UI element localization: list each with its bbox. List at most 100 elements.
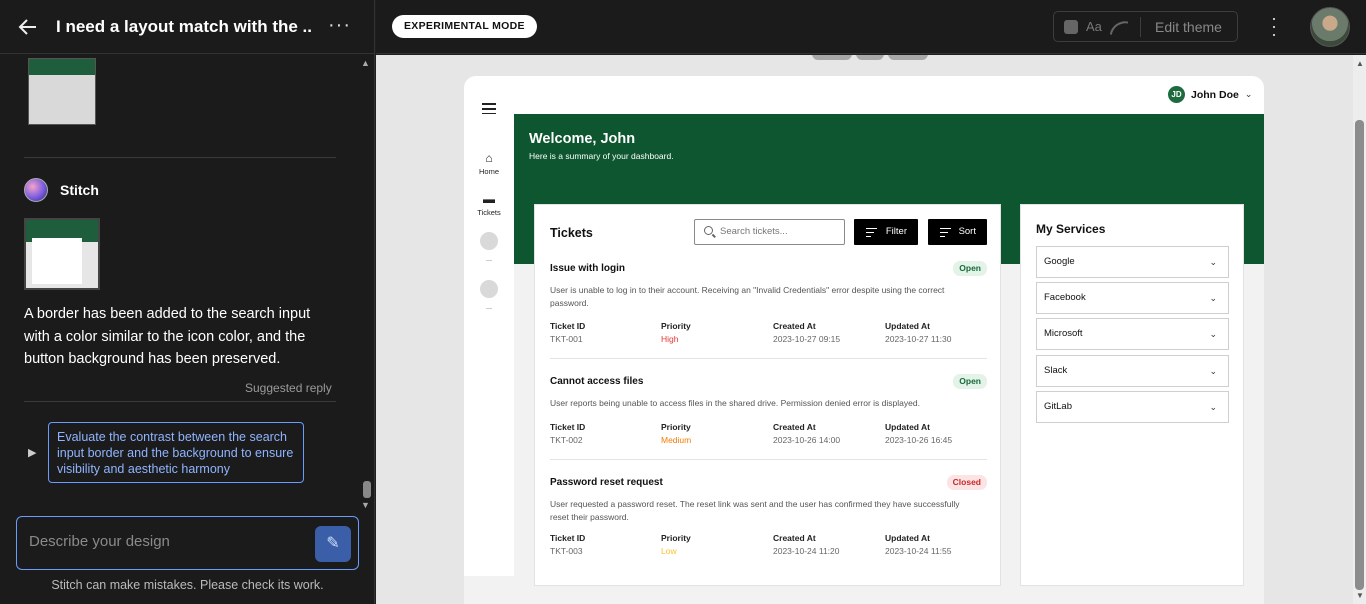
back-arrow-icon[interactable] xyxy=(18,17,38,37)
ticket-priority: Medium xyxy=(661,434,692,445)
preview-frame: JD John Doe ⌄ ⌂ Home ▬ Tickets Welcome, … xyxy=(464,76,1264,604)
edit-theme-button[interactable]: Edit theme xyxy=(1155,19,1222,35)
ticket-title: Password reset request xyxy=(550,477,663,488)
filter-label: Filter xyxy=(885,226,907,237)
frame-tab[interactable] xyxy=(812,55,852,60)
home-icon: ⌂ xyxy=(485,151,493,165)
service-dropdown[interactable]: Google ⌄ xyxy=(1036,246,1229,278)
tickets-card: Tickets Filter Sort Issue with login Ope… xyxy=(534,204,1001,586)
user-name: John Doe xyxy=(1191,88,1239,101)
prompt-input[interactable] xyxy=(29,533,309,550)
scroll-up-icon[interactable]: ▲ xyxy=(361,58,370,68)
service-name: GitLab xyxy=(1044,401,1072,412)
column-label: Priority xyxy=(661,533,691,543)
status-badge: Open xyxy=(953,374,987,389)
column-label: Ticket ID xyxy=(550,321,586,331)
frame-tab[interactable] xyxy=(856,55,884,60)
scrollbar-thumb[interactable] xyxy=(1355,120,1364,590)
disclaimer: Stitch can make mistakes. Please check i… xyxy=(51,578,324,592)
divider xyxy=(550,459,987,460)
ticket-description: User is unable to log in to their accoun… xyxy=(550,285,945,308)
expand-caret-icon[interactable]: ▶ xyxy=(28,446,36,459)
scroll-down-icon[interactable]: ▼ xyxy=(361,500,370,510)
suggested-reply-chip[interactable]: Evaluate the contrast between the search… xyxy=(48,422,304,483)
more-options-icon[interactable]: ··· xyxy=(328,14,351,37)
service-dropdown[interactable]: Slack ⌄ xyxy=(1036,355,1229,387)
ticket-title: Issue with login xyxy=(550,263,626,274)
kebab-menu-icon[interactable]: · · · xyxy=(1269,9,1279,43)
font-icon[interactable]: Aa xyxy=(1086,19,1102,34)
column-label: Created At xyxy=(773,533,816,543)
assistant-name: Stitch xyxy=(60,182,99,198)
status-badge: Open xyxy=(953,261,987,276)
service-dropdown[interactable]: Microsoft ⌄ xyxy=(1036,318,1229,350)
column-label: Created At xyxy=(773,421,816,432)
frame-tab[interactable] xyxy=(888,55,928,60)
frame-tabs xyxy=(812,55,928,60)
user-initials-avatar: JD xyxy=(1168,86,1185,103)
column-label: Created At xyxy=(773,321,816,331)
corner-radius-icon[interactable] xyxy=(1109,18,1129,38)
service-name: Microsoft xyxy=(1044,328,1083,339)
top-bar: EXPERIMENTAL MODE Aa Edit theme · · · xyxy=(376,0,1366,54)
service-name: Facebook xyxy=(1044,292,1086,303)
ticket-created: 2023-10-27 09:15 xyxy=(773,334,841,344)
ticket-meta: Ticket ID TKT-001 Priority High Created At… xyxy=(550,321,987,344)
divider xyxy=(24,401,336,402)
chevron-down-icon: ⌄ xyxy=(1209,366,1217,376)
ticket-item[interactable]: Cannot access files Open User reports be… xyxy=(550,374,987,445)
ticket-title: Cannot access files xyxy=(550,376,644,387)
placeholder-icon xyxy=(480,280,498,298)
design-thumbnail[interactable] xyxy=(24,218,100,290)
experimental-mode-badge[interactable]: EXPERIMENTAL MODE xyxy=(392,15,537,38)
design-thumbnail[interactable] xyxy=(28,58,96,125)
theme-controls: Aa Edit theme xyxy=(1053,11,1238,42)
generate-wand-icon[interactable]: ✎ xyxy=(315,526,351,562)
preview-sidebar: ⌂ Home ▬ Tickets xyxy=(464,114,514,576)
scroll-down-icon[interactable]: ▼ xyxy=(1356,591,1364,600)
ticket-priority: High xyxy=(661,334,679,344)
chevron-down-icon: ⌄ xyxy=(1209,329,1217,339)
ticket-id: TKT-003 xyxy=(550,546,583,556)
search-icon xyxy=(704,226,713,235)
sort-button[interactable]: Sort xyxy=(928,219,987,245)
service-name: Slack xyxy=(1044,365,1068,376)
ticket-meta: Ticket ID TKT-003 Priority Low Created At 2… xyxy=(550,533,987,556)
preview-header: JD John Doe ⌄ xyxy=(464,76,1264,114)
suggested-reply-label: Suggested reply xyxy=(245,381,332,395)
user-menu[interactable]: JD John Doe ⌄ xyxy=(1168,86,1252,103)
color-swatch-icon[interactable] xyxy=(1064,20,1078,34)
divider xyxy=(486,260,492,261)
services-title: My Services xyxy=(1036,222,1106,236)
filter-button[interactable]: Filter xyxy=(854,219,918,245)
search-box xyxy=(694,219,845,245)
divider xyxy=(24,157,336,158)
design-canvas: JD John Doe ⌄ ⌂ Home ▬ Tickets Welcome, … xyxy=(376,55,1353,604)
placeholder-icon xyxy=(480,232,498,250)
ticket-item[interactable]: Password reset request Closed User reque… xyxy=(550,475,987,556)
service-dropdown[interactable]: Facebook ⌄ xyxy=(1036,282,1229,314)
assistant-message: A border has been added to the search in… xyxy=(24,306,311,367)
column-label: Updated At xyxy=(885,321,931,331)
column-label: Priority xyxy=(661,321,691,331)
filter-icon xyxy=(866,228,877,239)
column-label: Updated At xyxy=(885,421,931,432)
scroll-up-icon[interactable]: ▲ xyxy=(1356,59,1364,68)
chat-scrollbar[interactable] xyxy=(363,481,371,498)
divider xyxy=(486,308,492,309)
user-avatar[interactable] xyxy=(1310,7,1350,47)
sidebar-item-tickets[interactable]: ▬ Tickets xyxy=(464,192,514,217)
ticket-item[interactable]: Issue with login Open User is unable to … xyxy=(550,261,987,344)
canvas-scrollbar[interactable]: ▲ ▼ xyxy=(1353,55,1366,604)
services-card: My Services Google ⌄ Facebook ⌄ Microsoft ⌄… xyxy=(1020,204,1244,586)
project-title: I need a layout match with the ... xyxy=(56,17,311,36)
service-dropdown[interactable]: GitLab ⌄ xyxy=(1036,391,1229,423)
search-input[interactable] xyxy=(720,226,840,237)
service-name: Google xyxy=(1044,256,1075,267)
sidebar-item-label: Home xyxy=(478,167,499,176)
sort-label: Sort xyxy=(958,226,976,237)
sidebar-item-home[interactable]: ⌂ Home xyxy=(464,151,514,176)
chat-panel: I need a layout match with the ... ··· ▲… xyxy=(0,0,375,604)
ticket-created: 2023-10-26 14:00 xyxy=(773,434,841,445)
column-label: Updated At xyxy=(885,533,931,543)
